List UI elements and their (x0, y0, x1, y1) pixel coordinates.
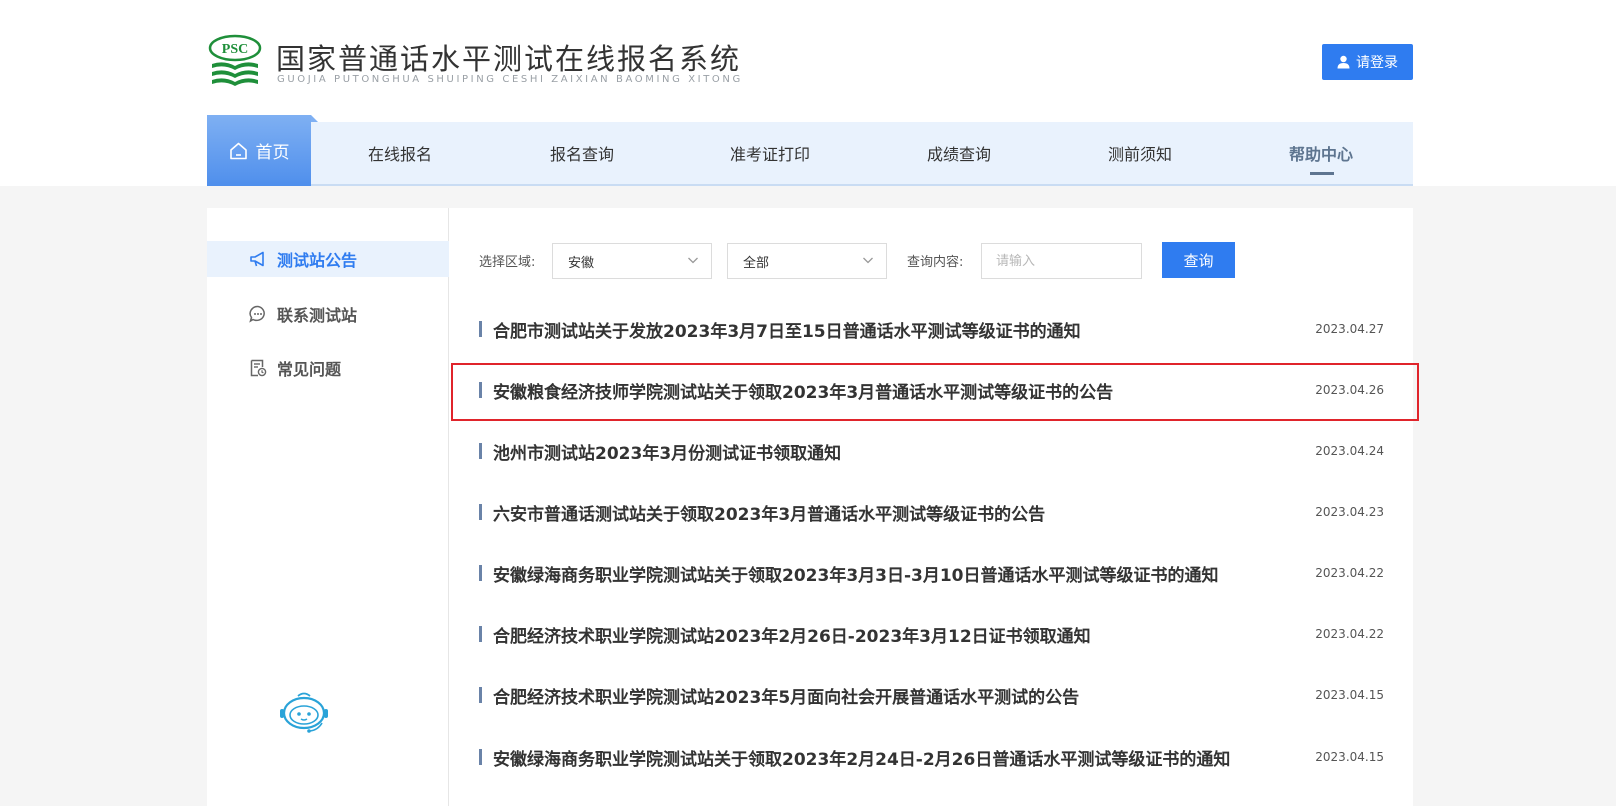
row-marker (479, 749, 482, 765)
sidebar-item-contact-station[interactable]: 联系测试站 (207, 296, 449, 332)
region-select-value: 安徽 (568, 255, 595, 271)
nav-item-home[interactable]: 首页 (207, 115, 311, 186)
megaphone-icon (250, 251, 264, 267)
nav-home-notch (311, 115, 318, 122)
notice-row[interactable]: 合肥经济技术职业学院测试站2023年2月26日-2023年3月12日证书领取通知… (479, 606, 1384, 664)
notice-title[interactable]: 合肥市测试站关于发放2023年3月7日至15日普通话水平测试等级证书的通知 (493, 317, 1081, 342)
notice-date: 2023.04.22 (1315, 627, 1384, 641)
nav-item-registration-query[interactable]: 报名查询 (550, 122, 614, 184)
user-icon (1337, 55, 1350, 69)
site-subtitle: GUOJIA PUTONGHUA SHUIPING CESHI ZAIXIAN … (277, 74, 743, 85)
chat-bubble-icon (249, 305, 265, 323)
notice-title[interactable]: 池州市测试站2023年3月份测试证书领取通知 (493, 439, 841, 464)
row-marker (479, 565, 482, 581)
notice-row[interactable]: 安徽粮食经济技师学院测试站关于领取2023年3月普通话水平测试等级证书的公告 2… (479, 362, 1384, 420)
sidebar-item-label: 常见问题 (277, 360, 342, 379)
nav-item-score-query[interactable]: 成绩查询 (927, 122, 991, 184)
nav-item-pretest-notice[interactable]: 测前须知 (1108, 122, 1172, 184)
notice-date: 2023.04.27 (1315, 322, 1384, 336)
chevron-down-icon (688, 257, 698, 264)
notice-date: 2023.04.22 (1315, 566, 1384, 580)
scope-select-value: 全部 (743, 255, 770, 271)
notice-row[interactable]: 安徽绿海商务职业学院测试站关于领取2023年3月3日-3月10日普通话水平测试等… (479, 545, 1384, 603)
region-select[interactable]: 安徽 (552, 243, 712, 279)
row-marker (479, 382, 482, 398)
psc-logo: PSC (208, 34, 262, 86)
sidebar-item-station-notices[interactable]: 测试站公告 (207, 241, 449, 277)
nav-home-label: 首页 (255, 143, 290, 163)
site-title: 国家普通话水平测试在线报名系统 (276, 42, 742, 76)
row-marker (479, 321, 482, 337)
sidebar-item-label: 测试站公告 (277, 251, 358, 270)
login-button[interactable]: 请登录 (1322, 44, 1413, 80)
notice-date: 2023.04.15 (1315, 750, 1384, 764)
notice-date: 2023.04.23 (1315, 505, 1384, 519)
notice-date: 2023.04.15 (1315, 688, 1384, 702)
notice-title[interactable]: 六安市普通话测试站关于领取2023年3月普通话水平测试等级证书的公告 (493, 500, 1045, 525)
notice-row[interactable]: 池州市测试站2023年3月份测试证书领取通知 2023.04.24 (479, 423, 1384, 481)
notice-date: 2023.04.24 (1315, 444, 1384, 458)
notice-row[interactable]: 合肥经济技术职业学院测试站2023年5月面向社会开展普通话水平测试的公告 202… (479, 667, 1384, 725)
row-marker (479, 443, 482, 459)
notice-title[interactable]: 安徽绿海商务职业学院测试站关于领取2023年3月3日-3月10日普通话水平测试等… (493, 561, 1219, 586)
sidebar-item-label: 联系测试站 (277, 306, 358, 325)
region-label: 选择区域: (479, 255, 536, 270)
login-label: 请登录 (1356, 55, 1398, 71)
notice-title[interactable]: 安徽粮食经济技师学院测试站关于领取2023年3月普通话水平测试等级证书的公告 (493, 378, 1113, 403)
notice-row[interactable]: 六安市普通话测试站关于领取2023年3月普通话水平测试等级证书的公告 2023.… (479, 484, 1384, 542)
nav-active-underline (1310, 172, 1334, 175)
row-marker (479, 687, 482, 703)
document-clock-icon (250, 359, 267, 377)
row-marker (479, 626, 482, 642)
search-input[interactable] (981, 243, 1142, 279)
logo-text: PSC (222, 42, 248, 57)
notice-row[interactable]: 安徽绿海商务职业学院测试站关于领取2023年2月24日-2月26日普通话水平测试… (479, 729, 1384, 787)
scope-select[interactable]: 全部 (727, 243, 887, 279)
nav-item-admission-ticket[interactable]: 准考证打印 (730, 122, 810, 184)
notice-title[interactable]: 合肥经济技术职业学院测试站2023年5月面向社会开展普通话水平测试的公告 (493, 683, 1079, 708)
home-icon (229, 142, 247, 159)
query-label: 查询内容: (907, 255, 964, 270)
notice-row[interactable]: 合肥市测试站关于发放2023年3月7日至15日普通话水平测试等级证书的通知 20… (479, 301, 1384, 359)
query-button[interactable]: 查询 (1162, 242, 1235, 278)
nav-item-online-registration[interactable]: 在线报名 (368, 122, 432, 184)
notice-title[interactable]: 合肥经济技术职业学院测试站2023年2月26日-2023年3月12日证书领取通知 (493, 622, 1091, 647)
chevron-down-icon (863, 257, 873, 264)
notice-title[interactable]: 安徽绿海商务职业学院测试站关于领取2023年2月24日-2月26日普通话水平测试… (493, 745, 1230, 770)
row-marker (479, 504, 482, 520)
robot-assistant-icon[interactable] (278, 690, 330, 734)
sidebar-item-faq[interactable]: 常见问题 (207, 350, 449, 386)
notice-date: 2023.04.26 (1315, 383, 1384, 397)
